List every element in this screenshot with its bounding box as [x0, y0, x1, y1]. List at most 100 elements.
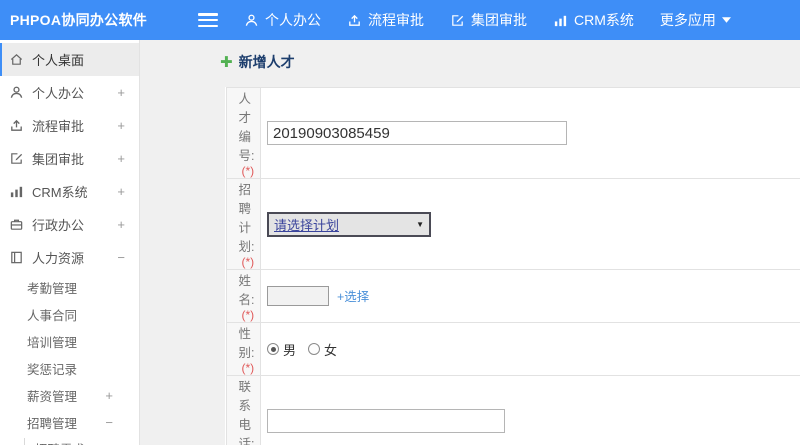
select-value: 请选择计划 [274, 217, 340, 233]
form-value-cell: +选择 [260, 269, 800, 323]
expander-icon[interactable]: + [105, 388, 113, 403]
field-label: 性别: [238, 327, 255, 360]
form-label-cell: 性别:(*) [225, 322, 261, 376]
sidebar-item-label: 培训管理 [27, 336, 78, 350]
expander-icon[interactable]: + [117, 118, 125, 133]
sidebar-item-label: CRM系统 [32, 185, 88, 200]
topbar-menu-item[interactable]: 个人办公 [244, 10, 321, 30]
expander-icon[interactable]: − [117, 250, 125, 265]
topbar-menu-item[interactable]: 更多应用 [660, 10, 731, 30]
expander-icon[interactable]: + [117, 151, 125, 166]
sidebar-item-label: 考勤管理 [27, 282, 78, 296]
sidebar-item[interactable]: 人事合同 [0, 301, 139, 328]
book-icon [9, 250, 24, 265]
topbar-menu: 个人办公 流程审批 集团审批 CRM系统 更多应用 [244, 10, 731, 30]
form-row: 人才编号:(*) [225, 87, 800, 179]
form-label-cell: 联系电话:(*) [225, 375, 261, 445]
sidebar-item-label: 集团审批 [32, 152, 85, 167]
caret-down-icon [721, 17, 731, 23]
sidebar-item-label: 招聘管理 [27, 417, 78, 431]
form-value-cell [260, 87, 800, 179]
flow-send-icon [347, 13, 362, 28]
field-label: 招聘计划: [238, 183, 255, 254]
topbar: PHPOA协同办公软件 个人办公 流程审批 集团审批 CRM系统 更多应用 [0, 0, 800, 40]
sidebar: 个人桌面 个人办公 + 流程审批 + 集团审批 + CRM系统 + 行政办公 + 人力资源 − 考勤管理人… [0, 40, 140, 445]
name-input[interactable] [267, 286, 329, 307]
caret-down-icon: ▼ [416, 219, 424, 229]
phone-input[interactable] [267, 409, 505, 433]
sidebar-item[interactable]: 薪资管理 + [0, 382, 139, 409]
form-row: 性别:(*) 男女 [225, 322, 800, 376]
talent-id-input[interactable] [267, 121, 567, 145]
sidebar-item[interactable]: 个人办公 + [0, 76, 139, 109]
topbar-menu-item[interactable]: 流程审批 [347, 10, 424, 30]
form-label-cell: 招聘计划:(*) [225, 178, 261, 270]
sidebar-item-label: 个人办公 [32, 86, 85, 101]
radio-icon[interactable] [267, 343, 279, 355]
sidebar-item[interactable]: 招聘管理 − [0, 409, 139, 436]
expander-icon[interactable]: − [105, 415, 113, 430]
name-input-link[interactable]: +选择 [337, 290, 369, 304]
sidebar-item-label: 行政办公 [32, 218, 85, 233]
sidebar-item-label: 流程审批 [32, 119, 85, 134]
recruit-plan-select[interactable]: 请选择计划 ▼ [267, 211, 431, 237]
flow-send-icon [9, 118, 24, 133]
sidebar-item-label: 人力资源 [32, 251, 85, 266]
sidebar-item-label: 招聘需求 [35, 439, 85, 445]
field-label: 人才编号: [238, 92, 255, 163]
radio-option[interactable]: 女 [308, 340, 337, 359]
home-icon [9, 52, 24, 67]
bar-chart-icon [553, 13, 568, 28]
radio-label: 男 [283, 342, 297, 358]
plus-icon: ✚ [220, 54, 233, 71]
required-marker: (*) [241, 308, 255, 322]
sidebar-item[interactable]: 培训管理 [0, 328, 139, 355]
radio-option[interactable]: 男 [267, 340, 296, 359]
topbar-menu-item[interactable]: 集团审批 [450, 10, 527, 30]
sidebar-item[interactable]: 招聘需求 [0, 436, 139, 445]
radio-icon[interactable] [308, 343, 321, 355]
edit-box-icon [450, 13, 465, 28]
sidebar-item[interactable]: 考勤管理 [0, 274, 139, 301]
sidebar-item[interactable]: 个人桌面 [0, 43, 139, 76]
sidebar-item-label: 薪资管理 [27, 390, 78, 404]
expander-icon[interactable]: + [117, 217, 125, 232]
sidebar-item[interactable]: 人力资源 − [0, 241, 139, 274]
topbar-menu-item[interactable]: CRM系统 [553, 10, 634, 30]
required-marker: (*) [241, 361, 255, 375]
form-row: 招聘计划:(*) 请选择计划 ▼ [225, 178, 800, 270]
radio-label: 女 [324, 342, 338, 358]
expander-icon[interactable]: + [117, 184, 125, 199]
new-talent-form: 人才编号:(*)招聘计划:(*)请选择计划▼姓名:(*)+选择性别:(*)男女联… [225, 87, 800, 445]
sidebar-item[interactable]: 奖惩记录 [0, 355, 139, 382]
person-icon [9, 85, 24, 100]
form-label-cell: 姓名:(*) [225, 269, 261, 323]
topbar-menu-label: 集团审批 [471, 12, 527, 28]
required-marker: (*) [241, 164, 255, 178]
app-window: PHPOA协同办公软件 个人办公 流程审批 集团审批 CRM系统 更多应用 个人桌面 个人… [0, 0, 800, 445]
sidebar-item[interactable]: 行政办公 + [0, 208, 139, 241]
briefcase-icon [9, 217, 24, 232]
sidebar-item-label: 奖惩记录 [27, 363, 78, 377]
sidebar-item-label: 个人桌面 [32, 53, 85, 68]
form-row: 联系电话:(*) [225, 375, 800, 445]
hamburger-icon[interactable] [198, 13, 218, 27]
app-logo-text: PHPOA协同办公软件 [10, 12, 148, 28]
page-title: ✚ 新增人才 [220, 52, 295, 72]
topbar-menu-label: 流程审批 [368, 12, 424, 28]
topbar-menu-label: CRM系统 [574, 12, 634, 28]
person-icon [244, 13, 259, 28]
topbar-menu-label: 更多应用 [659, 12, 716, 28]
form-value-cell: 男女 [260, 322, 800, 376]
form-value-cell [260, 375, 800, 445]
edit-box-icon [9, 151, 24, 166]
sidebar-item[interactable]: CRM系统 + [0, 175, 139, 208]
form-row: 姓名:(*) +选择 [225, 269, 800, 323]
sidebar-item[interactable]: 集团审批 + [0, 142, 139, 175]
form-value-cell: 请选择计划 ▼ [260, 178, 800, 270]
page-title-text: 新增人才 [238, 54, 295, 70]
form-label-cell: 人才编号:(*) [225, 87, 261, 179]
sidebar-item[interactable]: 流程审批 + [0, 109, 139, 142]
field-label: 姓名: [238, 274, 255, 307]
expander-icon[interactable]: + [117, 85, 125, 100]
